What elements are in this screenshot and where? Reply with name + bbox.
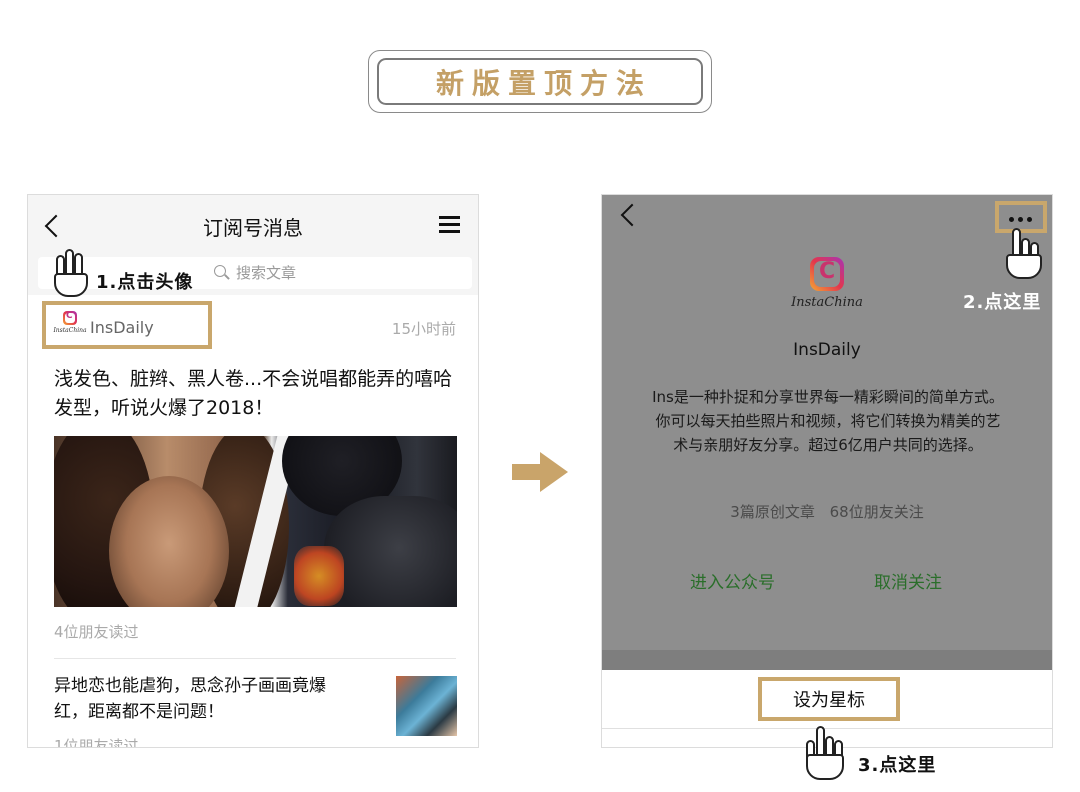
instagram-logo-icon <box>810 257 844 291</box>
unfollow-button[interactable]: 取消关注 <box>874 568 942 593</box>
dimmed-strip <box>602 650 1052 670</box>
step-2-label: 2.点这里 <box>963 292 1042 313</box>
pointing-hand-icon <box>806 726 848 782</box>
set-star-button[interactable]: 设为星标 <box>758 677 900 721</box>
search-placeholder: 搜索文章 <box>236 264 297 282</box>
title-banner-inner: 新版置顶方法 <box>377 58 703 105</box>
original-articles-count: 3篇原创文章 <box>730 503 815 521</box>
account-stats: 3篇原创文章 68位朋友关注 <box>602 501 1052 522</box>
account-description: Ins是一种扑捉和分享世界每一精彩瞬间的简单方式。你可以每天拍些照片和视频，将它… <box>652 388 1004 454</box>
account-name: InsDaily <box>793 340 861 360</box>
more-dot-icon <box>1009 217 1014 222</box>
list-divider <box>54 658 456 659</box>
background-blur <box>294 546 344 606</box>
friends-following-count: 68位朋友关注 <box>829 503 924 521</box>
more-dot-icon <box>1018 217 1023 222</box>
account-logo: InstaChina <box>791 255 863 319</box>
pointing-hand-icon <box>1004 228 1044 280</box>
leather-jacket <box>324 496 457 607</box>
article-2-thumbnail[interactable] <box>396 676 457 736</box>
enter-account-button[interactable]: 进入公众号 <box>690 568 775 593</box>
menu-icon[interactable] <box>439 216 460 234</box>
subscription-header-title: 订阅号消息 <box>203 216 303 240</box>
highlight-box-avatar <box>42 301 212 349</box>
more-dot-icon <box>1027 217 1032 222</box>
post-timestamp: 15小时前 <box>391 320 456 338</box>
step-1-label: 1.点击头像 <box>96 272 194 293</box>
pointing-hand-icon <box>54 247 98 299</box>
step-3-label: 3.点这里 <box>858 755 937 776</box>
article-2-title[interactable]: 异地恋也能虐狗，思念孙子画画竟爆红，距离都不是问题！ <box>54 673 354 725</box>
title-banner: 新版置顶方法 <box>368 50 712 113</box>
read-count-2: 1位朋友读过 <box>54 737 139 748</box>
read-count: 4位朋友读过 <box>54 623 139 641</box>
search-icon <box>214 265 226 277</box>
logo-brand-text: InstaChina <box>791 295 863 310</box>
page-title: 新版置顶方法 <box>435 66 652 100</box>
right-arrow-icon <box>512 452 570 492</box>
article-title[interactable]: 浅发色、脏辫、黑人卷...不会说唱都能弄的嘻哈发型，听说火爆了2018！ <box>54 365 464 423</box>
article-cover-image[interactable] <box>54 436 457 607</box>
right-phone-screen: InstaChina InsDaily Ins是一种扑捉和分享世界每一精彩瞬间的… <box>601 194 1053 748</box>
